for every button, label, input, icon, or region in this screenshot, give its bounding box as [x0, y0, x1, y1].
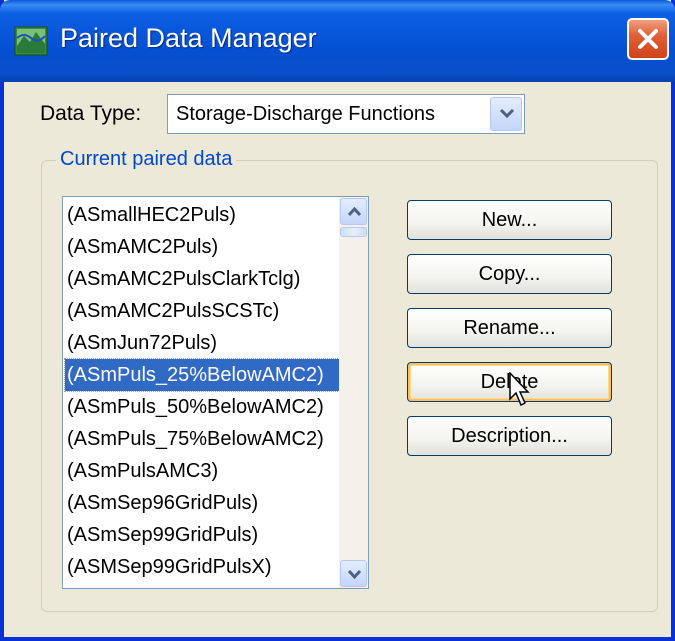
chevron-down-icon	[347, 569, 362, 579]
paired-data-app-icon	[14, 24, 48, 58]
scroll-thumb[interactable]	[340, 227, 367, 237]
window-title: Paired Data Manager	[60, 23, 317, 53]
list-item[interactable]: (ASmPulsAMC3)	[65, 455, 339, 487]
description-button[interactable]: Description...	[407, 416, 612, 456]
data-type-value: Storage-Discharge Functions	[176, 103, 436, 125]
list-item[interactable]: (ASMSep99GridPulsX)	[65, 551, 339, 583]
list-item[interactable]: (ASmallHEC2Puls)	[65, 199, 339, 231]
data-type-label: Data Type:	[40, 102, 142, 125]
list-item[interactable]: (ASmSep96GridPuls)	[65, 487, 339, 519]
paired-data-manager-window: Paired Data Manager Data Type: Storage-D…	[0, 0, 675, 641]
rename-button[interactable]: Rename...	[407, 308, 612, 348]
close-button[interactable]	[627, 18, 669, 60]
list-item[interactable]: (ASmJun72Puls)	[65, 327, 339, 359]
data-type-select[interactable]: Storage-Discharge Functions	[167, 94, 525, 134]
list-scrollbar[interactable]	[339, 197, 368, 588]
list-item[interactable]: (ASmPuls_75%BelowAMC2)	[65, 423, 339, 455]
list-item[interactable]: (ASmPuls_50%BelowAMC2)	[65, 391, 339, 423]
list-item[interactable]: (ASmAMC2PulsSCSTc)	[65, 295, 339, 327]
paired-data-list[interactable]: (ASmallHEC2Puls) (ASmAMC2Puls) (ASmAMC2P…	[62, 196, 369, 589]
list-item[interactable]: (ASmSep99GridPuls)	[65, 519, 339, 551]
data-type-dropdown-button[interactable]	[490, 97, 522, 131]
title-bar[interactable]: Paired Data Manager	[0, 0, 675, 82]
list-item-selected[interactable]: (ASmPuls_25%BelowAMC2)	[64, 358, 340, 392]
close-icon	[638, 29, 658, 49]
copy-button[interactable]: Copy...	[407, 254, 612, 294]
scroll-up-button[interactable]	[340, 198, 367, 225]
mouse-pointer-icon	[509, 372, 530, 407]
list-item[interactable]: (ASmAMC2Puls)	[65, 231, 339, 263]
chevron-up-icon	[347, 207, 362, 217]
scroll-down-button[interactable]	[340, 560, 367, 587]
dialog-content: Data Type: Storage-Discharge Functions C…	[4, 82, 671, 637]
list-item[interactable]: (ASmAMC2PulsClarkTclg)	[65, 263, 339, 295]
chevron-down-icon	[499, 108, 515, 119]
current-paired-data-label: Current paired data	[56, 148, 237, 171]
new-button[interactable]: New...	[407, 200, 612, 240]
